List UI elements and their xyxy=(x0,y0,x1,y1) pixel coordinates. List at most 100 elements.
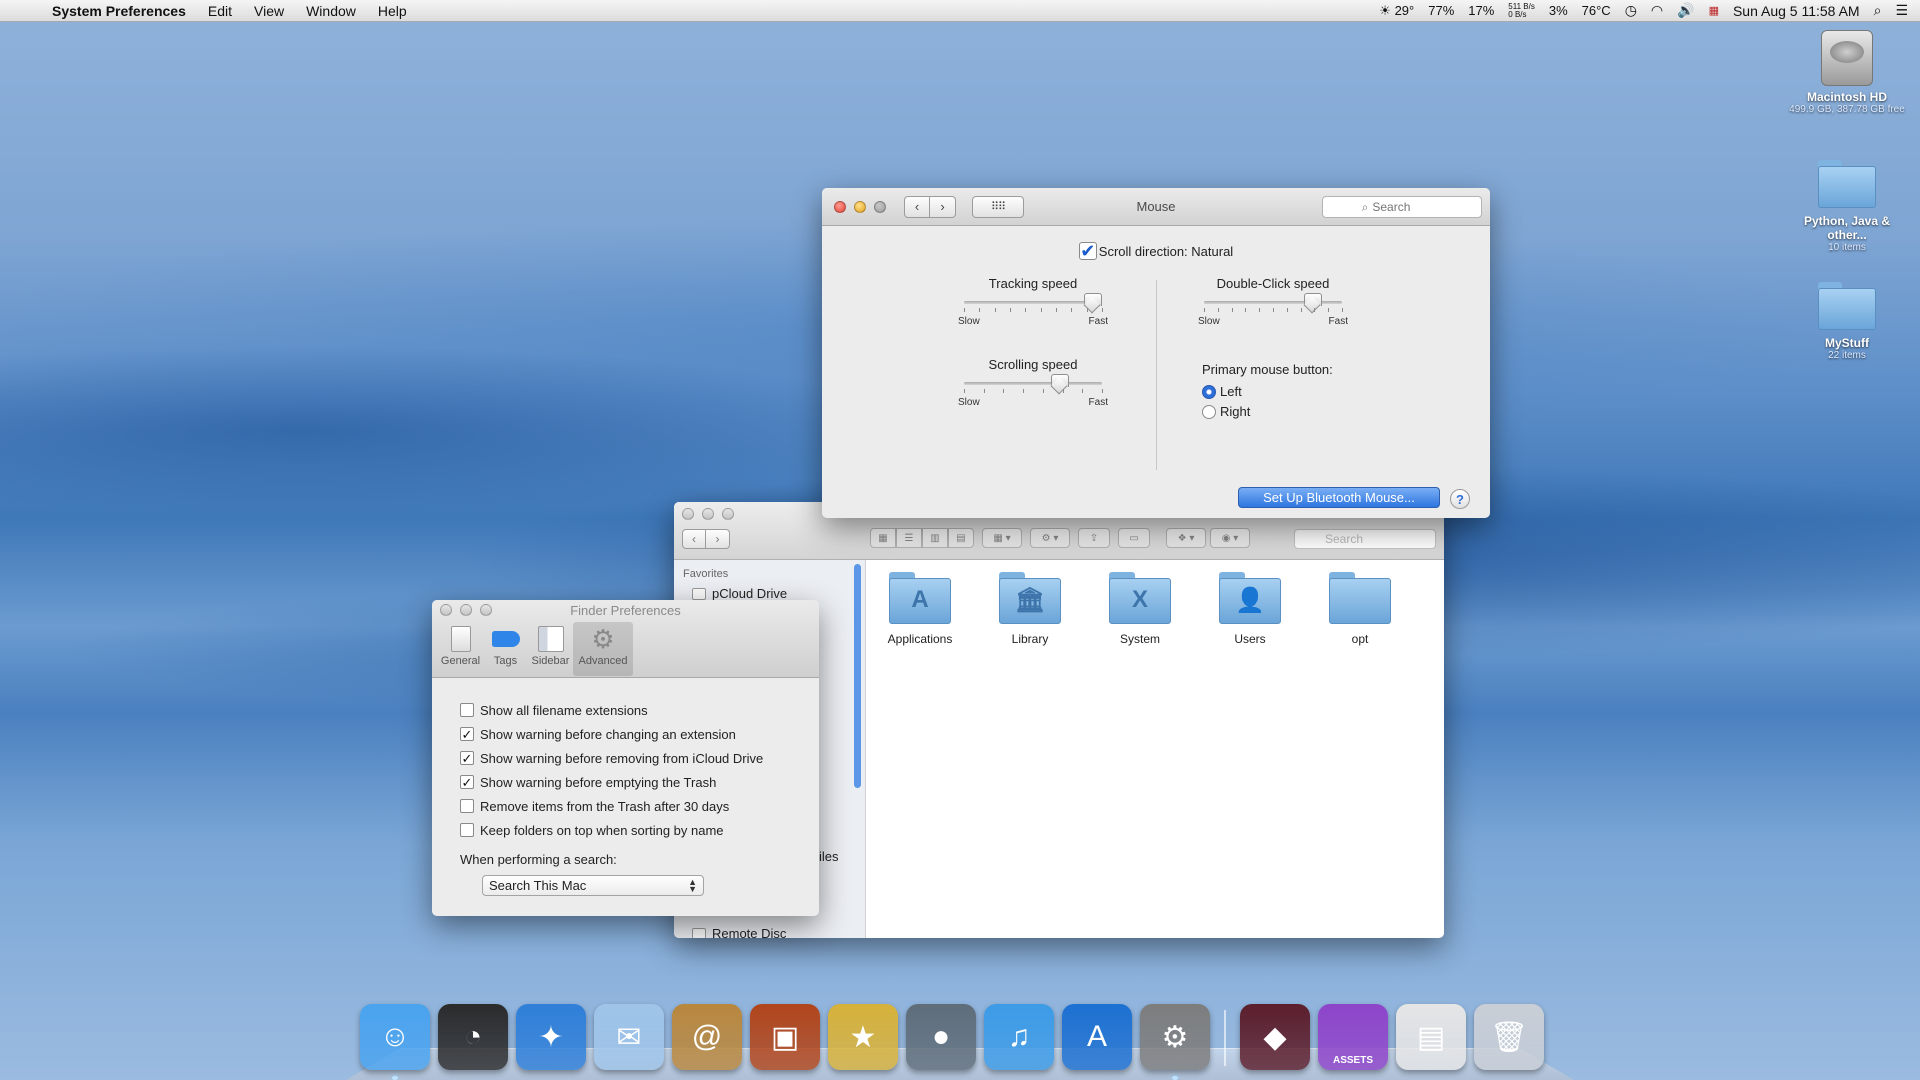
weather-status[interactable]: ☀ 29° xyxy=(1379,3,1414,19)
dock-system-preferences-icon[interactable]: ⚙ xyxy=(1140,1004,1210,1080)
desktop-item-python-folder[interactable]: Python, Java & other... 10 items xyxy=(1782,160,1912,254)
folder-applications[interactable]: A Applications xyxy=(875,572,965,646)
tab-sidebar[interactable]: Sidebar xyxy=(528,622,573,676)
spotlight-icon[interactable]: ⌕ xyxy=(1874,2,1882,19)
folder-opt[interactable]: opt xyxy=(1315,572,1405,646)
dock-documents-stack-icon[interactable]: ▤ xyxy=(1396,1004,1466,1070)
checkbox[interactable]: ✓ xyxy=(460,775,474,789)
forward-button[interactable]: › xyxy=(706,529,730,549)
time-machine-icon[interactable]: ◷ xyxy=(1625,2,1637,19)
back-button[interactable]: ‹ xyxy=(682,529,706,549)
sidebar-item-partial[interactable]: iles xyxy=(819,849,839,864)
prefs-search-input[interactable] xyxy=(1372,200,1443,214)
finder-search-field[interactable]: Search xyxy=(1294,529,1436,549)
sidebar-item-pcloud[interactable]: pCloud Drive xyxy=(692,586,787,601)
us-flag-icon[interactable]: ▦ xyxy=(1709,4,1719,17)
checkbox[interactable]: ✓ xyxy=(460,751,474,765)
wifi-icon[interactable]: ◠ xyxy=(1651,2,1663,19)
tab-advanced[interactable]: ⚙ Advanced xyxy=(573,622,633,676)
applications-folder-icon: A xyxy=(889,572,951,624)
list-view-button[interactable]: ☰ xyxy=(896,528,922,548)
disk-status[interactable]: 3% xyxy=(1549,3,1568,18)
dock-imovie-icon[interactable]: ★ xyxy=(828,1004,898,1070)
option-label: Show warning before removing from iCloud… xyxy=(480,750,764,766)
checkbox[interactable]: ✓ xyxy=(460,727,474,741)
tracking-speed-slider[interactable] xyxy=(964,293,1103,306)
dock-app-store-icon[interactable]: A xyxy=(1062,1004,1132,1070)
action-gear-button[interactable]: ⚙ ▾ xyxy=(1030,528,1070,548)
setup-bluetooth-mouse-button[interactable]: Set Up Bluetooth Mouse... xyxy=(1238,487,1440,508)
minimize-button[interactable] xyxy=(854,200,866,213)
icon-view-button[interactable]: ▦ xyxy=(870,528,896,548)
prefs-search-field[interactable]: ⌕ xyxy=(1322,196,1482,218)
dock-mail-icon[interactable]: ✉ xyxy=(594,1004,664,1070)
radio-button[interactable] xyxy=(1202,384,1216,399)
option-warn-icloud-remove[interactable]: ✓ Show warning before removing from iClo… xyxy=(460,746,819,770)
checkbox[interactable] xyxy=(460,799,474,813)
dock-items: ☺ ◔ ✦ ✉ @ ▣ ★ ● ♫ A ⚙ ◆ ASSETS ▤ 🗑 xyxy=(360,990,1552,1080)
battery-status[interactable]: 77% xyxy=(1428,3,1454,18)
sidebar-scrollbar[interactable] xyxy=(854,564,861,788)
cpu-status[interactable]: 17% xyxy=(1468,3,1494,18)
dock-dashboard-icon[interactable]: ◔ xyxy=(438,1004,508,1070)
sidebar-item-remote-disc[interactable]: Remote Disc xyxy=(692,926,786,938)
dock-facetime-icon[interactable]: ● xyxy=(906,1004,976,1070)
menu-app-name[interactable]: System Preferences xyxy=(52,3,186,19)
close-button[interactable] xyxy=(682,508,694,520)
checkbox[interactable] xyxy=(460,703,474,717)
checkbox[interactable] xyxy=(460,823,474,837)
option-show-extensions[interactable]: Show all filename extensions xyxy=(460,698,819,722)
help-button[interactable]: ? xyxy=(1450,489,1470,509)
menu-edit[interactable]: Edit xyxy=(208,3,232,19)
scrolling-speed-slider[interactable] xyxy=(964,374,1102,387)
clock[interactable]: Sun Aug 5 11:58 AM xyxy=(1733,3,1860,19)
tags-button[interactable]: ▭ xyxy=(1118,528,1150,548)
show-all-button[interactable]: ⠿⠿ xyxy=(972,195,1024,218)
radio-left[interactable]: Left xyxy=(1202,384,1242,399)
arrange-button[interactable]: ▦ ▾ xyxy=(982,528,1022,548)
volume-icon[interactable]: 🔊 xyxy=(1677,2,1694,19)
radio-button[interactable] xyxy=(1202,404,1216,419)
menu-window[interactable]: Window xyxy=(306,3,356,19)
dock-finder-icon[interactable]: ☺ xyxy=(360,1004,430,1080)
tab-tags[interactable]: Tags xyxy=(483,622,528,676)
menu-help[interactable]: Help xyxy=(378,3,407,19)
zoom-button[interactable] xyxy=(722,508,734,520)
network-status[interactable]: 511 B/s 0 B/s xyxy=(1508,2,1535,19)
column-view-button[interactable]: ▥ xyxy=(922,528,948,548)
temperature-status[interactable]: 76°C xyxy=(1582,3,1611,18)
dock-downloads-stack-icon[interactable]: ◆ xyxy=(1240,1004,1310,1070)
notification-center-icon[interactable]: ☰ xyxy=(1895,2,1908,19)
scroll-direction-option[interactable]: ✔ Scroll direction: Natural xyxy=(822,242,1490,260)
folder-system[interactable]: X System xyxy=(1095,572,1185,646)
option-folders-on-top[interactable]: Keep folders on top when sorting by name xyxy=(460,818,819,842)
option-warn-change-extension[interactable]: ✓ Show warning before changing an extens… xyxy=(460,722,819,746)
share-button[interactable]: ⇪ xyxy=(1078,528,1110,548)
dock-itunes-icon[interactable]: ♫ xyxy=(984,1004,1054,1070)
search-scope-select[interactable]: Search This Mac ▲ ▼ xyxy=(482,875,704,896)
dock-trash-icon[interactable]: 🗑 xyxy=(1474,1004,1544,1070)
dock-assets-stack-icon[interactable]: ASSETS xyxy=(1318,1004,1388,1070)
scroll-direction-checkbox[interactable]: ✔ xyxy=(1078,242,1097,260)
folder-library[interactable]: 🏛 Library xyxy=(985,572,1075,646)
double-click-speed-slider[interactable] xyxy=(1204,293,1342,306)
coverflow-view-button[interactable]: ▤ xyxy=(948,528,974,548)
radio-right[interactable]: Right xyxy=(1202,404,1250,419)
folder-users[interactable]: 👤 Users xyxy=(1205,572,1295,646)
tab-general[interactable]: General xyxy=(438,622,483,676)
desktop-item-mystuff-folder[interactable]: MyStuff 22 items xyxy=(1782,282,1912,362)
extension-button[interactable]: ◉ ▾ xyxy=(1210,528,1250,548)
menu-view[interactable]: View xyxy=(254,3,284,19)
desktop-item-macintosh-hd[interactable]: Macintosh HD 499.9 GB, 387.78 GB free xyxy=(1782,30,1912,116)
zoom-button[interactable] xyxy=(874,200,886,213)
back-button[interactable]: ‹ xyxy=(904,195,930,218)
dock-safari-icon[interactable]: ✦ xyxy=(516,1004,586,1070)
dropbox-button[interactable]: ❖ ▾ xyxy=(1166,528,1206,548)
dock-contacts-icon[interactable]: @ xyxy=(672,1004,742,1070)
option-remove-trash-30-days[interactable]: Remove items from the Trash after 30 day… xyxy=(460,794,819,818)
option-warn-empty-trash[interactable]: ✓ Show warning before emptying the Trash xyxy=(460,770,819,794)
close-button[interactable] xyxy=(834,200,846,213)
dock-photo-booth-icon[interactable]: ▣ xyxy=(750,1004,820,1070)
minimize-button[interactable] xyxy=(702,508,714,520)
forward-button[interactable]: › xyxy=(930,195,956,218)
